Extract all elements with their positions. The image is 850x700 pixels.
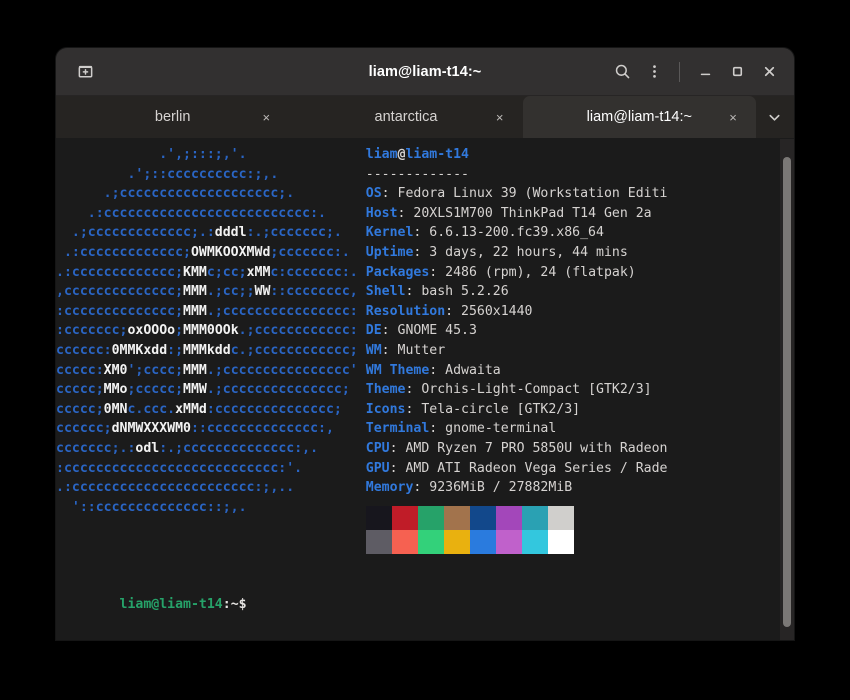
tab-close-icon[interactable]: × (257, 108, 275, 126)
palette-swatch (547, 505, 574, 530)
palette-swatch (547, 529, 574, 554)
new-terminal-icon[interactable] (70, 57, 100, 87)
hamburger-menu-icon[interactable] (639, 57, 669, 87)
tab-liam-home[interactable]: liam@liam-t14:~ × (522, 96, 756, 138)
tab-close-icon[interactable]: × (491, 108, 509, 126)
palette-swatch (417, 505, 444, 530)
palette-swatch (469, 529, 496, 554)
titlebar-right-controls (607, 57, 794, 87)
minimize-icon[interactable] (690, 57, 720, 87)
close-icon[interactable] (754, 57, 784, 87)
palette-swatch (417, 529, 444, 554)
palette-swatch (391, 529, 418, 554)
terminal-view[interactable]: .',;:::;,'. .';::cccccccccc:;,. .;cccccc… (56, 139, 794, 640)
fedora-ascii-art: .',;:::;,'. .';::cccccccccc:;,. .;cccccc… (56, 147, 358, 515)
prompt-user-host: liam@liam-t14 (119, 596, 223, 612)
palette-row-normal (365, 505, 574, 530)
palette-swatch (521, 529, 548, 554)
titlebar-separator (679, 61, 680, 82)
window-titlebar: liam@liam-t14:~ (56, 48, 794, 96)
tab-label: berlin (154, 109, 191, 125)
titlebar-left-controls (56, 57, 100, 87)
tab-berlin[interactable]: berlin × (56, 96, 289, 138)
color-palette (365, 505, 574, 554)
palette-swatch (495, 505, 522, 530)
palette-swatch (365, 529, 392, 554)
terminal-window: liam@liam-t14:~ berlin × antarctica × li… (56, 48, 794, 640)
neofetch-output: .',;:::;,'. .';::cccccccccc:;,. .;cccccc… (56, 145, 794, 554)
maximize-icon[interactable] (722, 57, 752, 87)
tab-close-icon[interactable]: × (724, 108, 742, 126)
palette-swatch (443, 505, 470, 530)
prompt-path: :~$ (222, 596, 247, 612)
scrollbar-thumb[interactable] (783, 157, 791, 627)
tab-label: liam@liam-t14:~ (586, 109, 692, 125)
search-icon[interactable] (607, 57, 637, 87)
tab-bar: berlin × antarctica × liam@liam-t14:~ × (56, 96, 794, 139)
tab-label: antarctica (374, 109, 438, 125)
palette-swatch (443, 529, 470, 554)
palette-row-bright (365, 529, 574, 554)
terminal-scrollbar[interactable] (780, 139, 794, 640)
terminal-content: .',;:::;,'. .';::cccccccccc:;,. .;cccccc… (56, 139, 794, 640)
chevron-down-icon[interactable] (756, 96, 794, 138)
tab-antarctica[interactable]: antarctica × (289, 96, 522, 138)
palette-swatch (521, 505, 548, 530)
neofetch-info-block: liam@liam-t14 ------------- OS: Fedora L… (365, 147, 668, 496)
palette-swatch (365, 505, 392, 530)
palette-swatch (469, 505, 496, 530)
shell-prompt: liam@liam-t14:~$ (56, 575, 247, 634)
palette-swatch (495, 529, 522, 554)
palette-swatch (391, 505, 418, 530)
